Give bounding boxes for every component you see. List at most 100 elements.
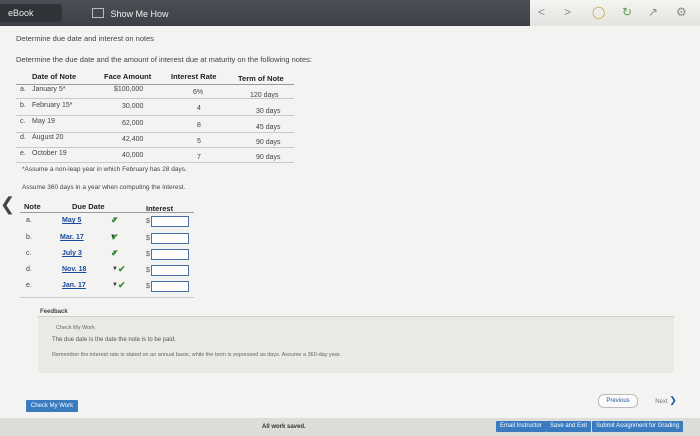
instructions: Determine the due date and the amount of…	[16, 55, 313, 64]
page-title: Determine due date and interest on notes	[16, 34, 155, 43]
due-date-value-c: July 3	[62, 250, 82, 257]
problem-sheet: Determine due date and interest on notes…	[0, 26, 700, 418]
due-date-value-d: Nov. 18	[62, 266, 87, 273]
answer-col-due-date: Due Date	[72, 202, 105, 211]
interest-input-b[interactable]	[151, 233, 189, 244]
answer-b-letter: b.	[26, 234, 32, 241]
row-rule	[16, 132, 294, 133]
check-my-work-button[interactable]: Check My Work	[26, 400, 78, 412]
back-arrow-icon[interactable]: <	[538, 5, 545, 19]
row-d-term: 90 days	[256, 139, 281, 146]
answer-header-rule	[20, 212, 194, 213]
col-interest-rate: Interest Rate	[171, 72, 217, 81]
row-d-rate: 5	[197, 138, 201, 145]
feedback-line-2: Remember the interest rate is stated on …	[52, 352, 341, 358]
interest-input-a[interactable]	[151, 216, 189, 227]
row-c-rate: 8	[197, 122, 201, 129]
circle-icon[interactable]: ◯	[592, 5, 605, 19]
col-face-amount: Face Amount	[104, 72, 152, 81]
chevron-right-icon: ❯	[669, 395, 677, 405]
due-date-select-e[interactable]: Jan. 17 ▼	[62, 282, 118, 292]
row-b-term: 30 days	[256, 108, 281, 115]
currency-symbol: $	[146, 251, 150, 258]
row-rule	[16, 98, 294, 99]
next-button[interactable]: Next ❯	[648, 394, 684, 406]
check-icon: ✔	[118, 280, 126, 290]
email-instructor-button[interactable]: Email Instructor	[496, 421, 546, 432]
forward-arrow-icon[interactable]: >	[564, 5, 571, 19]
interest-input-c[interactable]	[151, 249, 189, 260]
due-date-value-a: May 5	[62, 217, 82, 224]
row-b-date: February 15*	[32, 102, 73, 109]
due-date-select-c[interactable]: July 3 ▼	[62, 250, 118, 260]
ebook-tab[interactable]: eBook	[0, 4, 62, 22]
row-rule	[16, 115, 294, 116]
answer-e-letter: e.	[26, 282, 32, 289]
currency-symbol: $	[146, 218, 150, 225]
previous-label: Previous	[606, 398, 630, 404]
due-date-select-a[interactable]: May 5 ▼	[62, 217, 118, 227]
check-icon: ✔	[111, 215, 119, 225]
row-b-letter: b.	[20, 102, 26, 109]
row-b-face: 30,000	[122, 103, 144, 110]
row-d-face: 42,400	[122, 136, 144, 143]
toolbar-icons: < > ◯ ↻ ↗ ⚙	[530, 0, 700, 26]
due-date-value-e: Jan. 17	[62, 282, 86, 289]
check-icon: ✔	[111, 232, 119, 242]
previous-panel-arrow-icon[interactable]: ❮	[0, 194, 15, 214]
row-b-rate: 4	[197, 105, 201, 112]
submit-assignment-button[interactable]: Submit Assignment for Grading	[592, 421, 684, 432]
due-date-select-d[interactable]: Nov. 18 ▼	[62, 266, 118, 276]
check-icon: ✔	[118, 264, 126, 274]
bottom-bar: All work saved. Email Instructor Save an…	[0, 418, 700, 436]
row-c-date: May 19	[32, 118, 55, 125]
check-icon: ✔	[111, 248, 119, 258]
due-date-select-b[interactable]: Mar. 17 ▼	[60, 234, 116, 244]
table-header-rule	[16, 84, 294, 85]
col-term-of-note: Term of Note	[238, 74, 284, 83]
ebook-tab-label: eBook	[8, 8, 34, 18]
feedback-check-my-work: Check My Work	[56, 325, 95, 331]
top-bar: eBook Show Me How < > ◯ ↻ ↗ ⚙	[0, 0, 700, 26]
feedback-box: Check My Work The due date is the date t…	[38, 316, 674, 373]
save-status: All work saved.	[262, 424, 306, 430]
answer-bottom-rule	[20, 297, 194, 298]
row-a-face: $100,000	[114, 86, 144, 93]
video-icon	[92, 8, 104, 18]
row-c-term: 45 days	[256, 124, 281, 131]
row-a-rate: 6%	[193, 89, 204, 96]
footnote: *Assume a non-leap year in which Februar…	[22, 166, 187, 173]
show-me-how-label: Show Me How	[110, 9, 169, 19]
answer-a-letter: a.	[26, 217, 32, 224]
row-rule	[16, 162, 294, 163]
show-me-how-tab[interactable]: Show Me How	[92, 8, 169, 19]
currency-symbol: $	[146, 267, 150, 274]
row-c-letter: c.	[20, 118, 26, 125]
settings-icon[interactable]: ⚙	[676, 5, 687, 19]
row-a-date: January 5*	[32, 86, 66, 93]
currency-symbol: $	[146, 283, 150, 290]
row-e-date: October 19	[32, 150, 67, 157]
row-d-letter: d.	[20, 134, 26, 141]
assumption: Assume 360 days in a year when computing…	[22, 184, 186, 191]
row-e-face: 40,000	[122, 152, 144, 159]
row-rule	[16, 147, 294, 148]
next-label: Next	[655, 399, 668, 405]
row-c-face: 62,000	[122, 120, 144, 127]
due-date-value-b: Mar. 17	[60, 234, 84, 241]
row-e-term: 90 days	[256, 154, 281, 161]
row-d-date: August 20	[32, 134, 64, 141]
previous-button[interactable]: Previous	[598, 394, 638, 408]
answer-c-letter: c.	[26, 250, 32, 257]
row-e-rate: 7	[197, 154, 201, 161]
answer-col-note: Note	[24, 202, 41, 211]
share-icon[interactable]: ↗	[648, 5, 658, 19]
col-date-of-note: Date of Note	[32, 72, 77, 81]
save-and-exit-button[interactable]: Save and Exit	[546, 421, 592, 432]
refresh-icon[interactable]: ↻	[622, 5, 632, 19]
interest-input-e[interactable]	[151, 281, 189, 292]
feedback-label: Feedback	[40, 309, 68, 315]
feedback-line-1: The due date is the date the note is to …	[52, 337, 176, 343]
interest-input-d[interactable]	[151, 265, 189, 276]
row-e-letter: e.	[20, 150, 26, 157]
